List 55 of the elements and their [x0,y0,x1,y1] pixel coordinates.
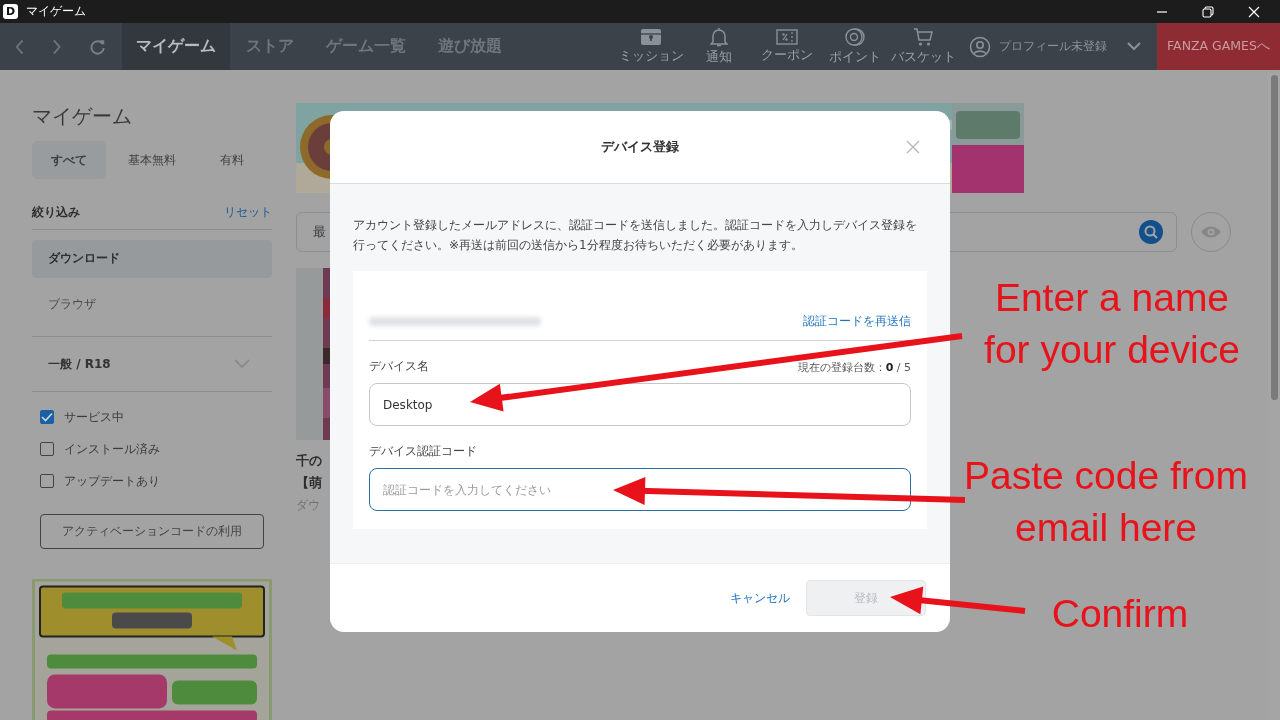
back-icon[interactable] [14,37,26,56]
fanza-games-button[interactable]: FANZA GAMESへ [1157,23,1280,70]
reload-icon[interactable] [88,37,106,56]
coin-icon [845,27,865,47]
user-icon [969,35,991,58]
restore-icon[interactable] [1202,5,1214,18]
toolbar-button[interactable]: バスケット [889,23,957,70]
annotation-text: Enter a name for your device [983,275,1241,373]
dialog-title: デバイス登録 [601,138,679,156]
filter-tab[interactable]: すべて [32,141,106,179]
field-label: デバイス認証コード [369,443,477,460]
filter-tab[interactable]: 基本無料 [112,141,192,179]
reset-link[interactable]: リセット [224,204,272,222]
bell-icon [710,27,728,47]
app-logo: D [3,4,18,19]
window-title: マイゲーム [26,3,86,20]
filter-tab[interactable]: 有料 [192,141,272,179]
instruction-text: アカウント登録したメールアドレスに、認証コードを送信しました。認証コードを入力しデバイス登録を行ってください。※再送は前回の送信から1分程度お待ちいただく必要があります。 [353,217,918,254]
search-icon[interactable] [1138,219,1164,245]
rating-dropdown[interactable]: 一般 / R18 [32,336,272,393]
chevron-down-icon[interactable] [1127,42,1141,51]
checkbox[interactable] [40,442,54,457]
chest-icon [640,28,662,46]
toolbar-button[interactable]: ミッション [617,23,685,70]
sidebar-heading: マイゲーム [32,103,133,129]
field-label: デバイス名 [369,358,429,375]
cancel-link[interactable]: キャンセル [730,589,790,607]
annotation-text: Paste code from email here [963,453,1249,551]
annotation-text: Confirm [1050,591,1190,637]
checkbox-item[interactable]: インストール済み [40,440,272,459]
verification-code-field[interactable]: 認証コードを入力してください [369,468,911,511]
filter-title: 絞り込み [32,204,80,222]
scrollbar-thumb[interactable] [1270,75,1278,400]
game-title: 【萌 [296,474,323,492]
activation-code-button[interactable]: アクティベーションコードの利用 [40,514,264,550]
platform-item[interactable]: ダウンロード [32,239,272,278]
device-name-field[interactable]: Desktop [369,383,911,426]
device-count: 現在の登録台数：0 / 5 [797,360,911,375]
eye-icon [1200,225,1222,239]
checkbox-item[interactable]: アップデートあり [40,472,272,491]
coupon-icon [776,29,798,45]
checkbox[interactable] [40,474,54,489]
profile-button[interactable]: プロフィール未登録 [969,23,1107,70]
toolbar-button[interactable]: クーポン [753,23,821,70]
toolbar-button[interactable]: 通知 [685,23,753,70]
checkbox-item[interactable]: サービス中 [40,408,272,427]
forward-icon[interactable] [51,37,63,56]
game-title: 千の [296,452,323,470]
cart-icon [913,27,933,47]
chevron-down-icon [234,359,250,370]
toolbar-button[interactable]: ポイント [821,23,889,70]
resend-code-link[interactable]: 認証コードを再送信 [803,313,911,330]
platform-item[interactable]: ブラウザ [32,285,272,324]
checkbox[interactable] [40,410,54,425]
nav-tab[interactable]: マイゲーム [122,23,230,70]
